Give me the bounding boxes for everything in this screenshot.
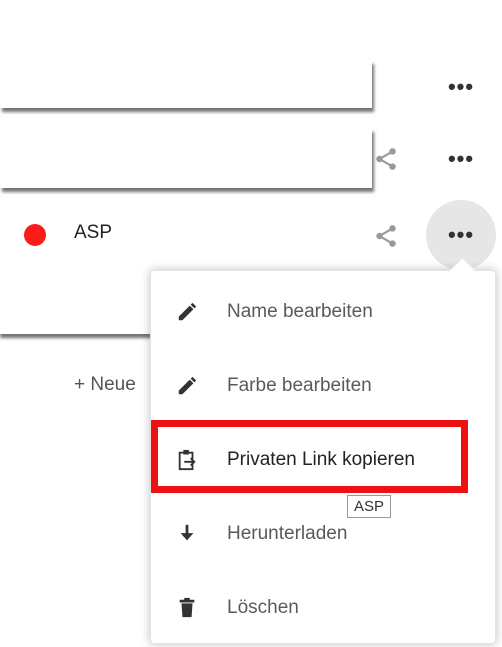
new-calendar-button[interactable]: + Neue — [74, 374, 136, 396]
menu-item-label: Farbe bearbeiten — [227, 375, 372, 396]
more-horizontal-icon[interactable]: ••• — [426, 52, 496, 122]
more-horizontal-icon[interactable]: ••• — [426, 124, 496, 194]
menu-item-label: Löschen — [227, 597, 299, 618]
highlight-annotation-box — [151, 420, 468, 493]
share-icon[interactable] — [373, 146, 399, 172]
download-icon — [175, 522, 199, 546]
calendar-name-input[interactable] — [0, 60, 372, 108]
menu-item-label: Herunterladen — [227, 523, 348, 544]
calendar-color-dot[interactable] — [24, 224, 46, 246]
menu-item-download[interactable]: Herunterladen — [151, 497, 495, 571]
calendar-name-input[interactable] — [0, 128, 372, 188]
pencil-icon — [175, 300, 199, 324]
menu-item-delete[interactable]: Löschen — [151, 571, 495, 645]
pencil-icon — [175, 374, 199, 398]
calendar-name[interactable]: ASP — [74, 222, 112, 244]
share-icon[interactable] — [373, 223, 399, 249]
menu-item-label: Name bearbeiten — [227, 301, 373, 322]
tooltip: ASP — [347, 495, 392, 518]
trash-icon — [175, 596, 199, 620]
menu-item-edit-color[interactable]: Farbe bearbeiten — [151, 349, 495, 423]
calendar-name-input[interactable] — [0, 272, 160, 334]
menu-item-edit-name[interactable]: Name bearbeiten — [151, 275, 495, 349]
